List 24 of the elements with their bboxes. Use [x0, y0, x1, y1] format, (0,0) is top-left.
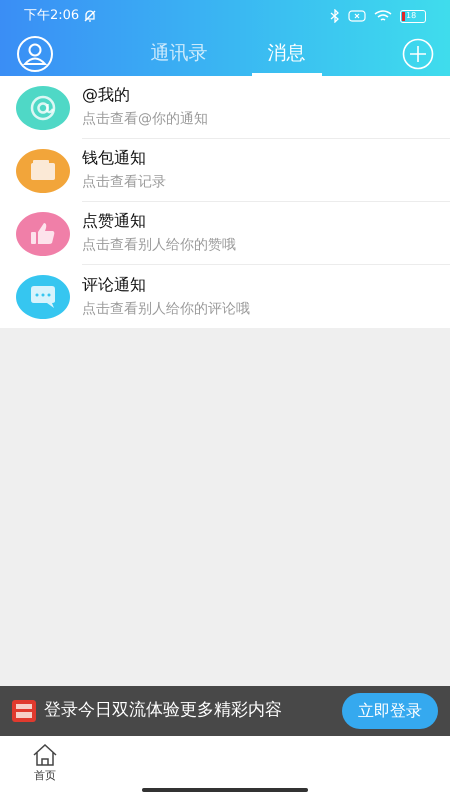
nav-item[interactable]: 首页 — [0, 744, 90, 784]
mute-bell-icon — [83, 9, 98, 23]
profile-icon[interactable] — [16, 35, 54, 73]
status-time: 下午2:06 — [24, 7, 80, 26]
add-icon[interactable] — [402, 38, 434, 70]
app-logo-icon — [12, 700, 36, 722]
notification-subtitle: 点击查看记录 — [82, 174, 167, 192]
notification-row[interactable]: 钱包通知 点击查看记录 — [0, 139, 450, 202]
notification-title: @我的 — [82, 85, 131, 106]
notification-row[interactable]: 评论通知 点击查看别人给你的评论哦 — [0, 265, 450, 328]
sim-card-icon — [348, 10, 366, 22]
home-icon — [32, 744, 58, 766]
notification-subtitle: 点击查看别人给你的评论哦 — [82, 300, 251, 318]
notification-subtitle: 点击查看@你的通知 — [82, 111, 209, 129]
notification-title: 评论通知 — [82, 274, 147, 295]
notification-title: 点赞通知 — [82, 211, 147, 232]
notification-row[interactable]: 点赞通知 点击查看别人给你的赞哦 — [0, 202, 450, 265]
notification-subtitle: 点击查看别人给你的赞哦 — [82, 237, 237, 255]
notification-row[interactable]: @我的 点击查看@你的通知 — [0, 76, 450, 139]
bluetooth-icon — [330, 9, 340, 23]
notification-title: 钱包通知 — [82, 148, 147, 168]
banner-text: 登录今日双流体验更多精彩内容 — [44, 699, 282, 722]
battery-icon: 18 — [400, 10, 426, 22]
wifi-icon — [374, 10, 392, 22]
